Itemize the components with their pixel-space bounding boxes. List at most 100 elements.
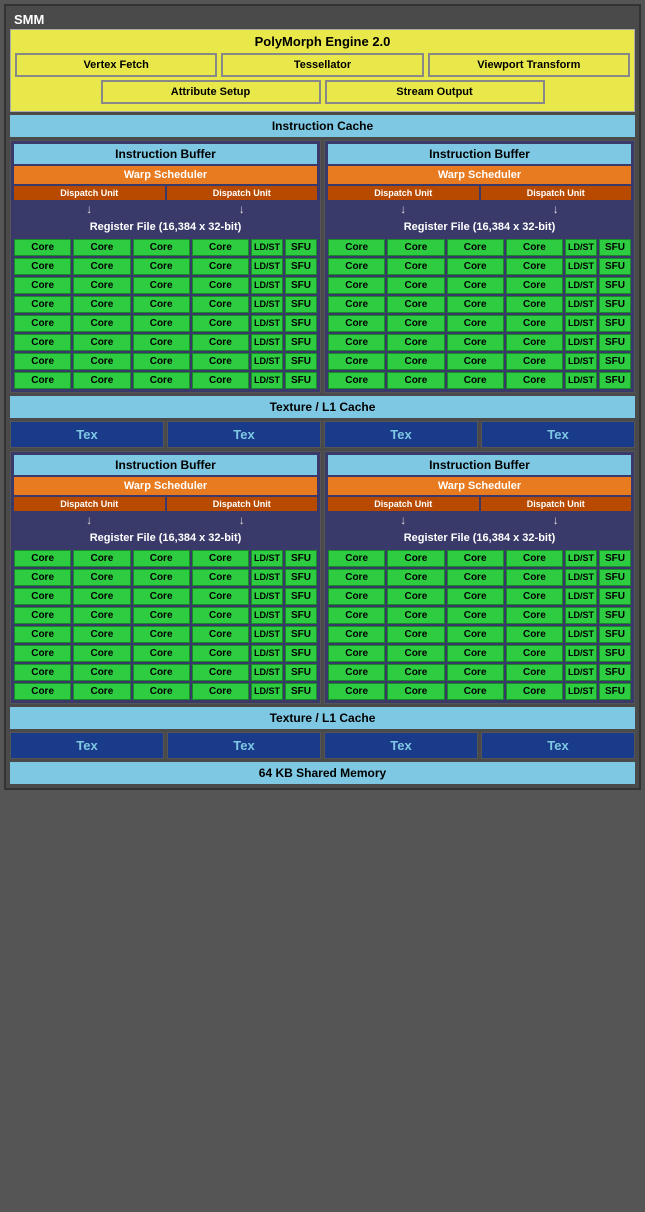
bottom-right-dispatch-row: Dispatch Unit Dispatch Unit bbox=[328, 497, 631, 511]
core: Core bbox=[328, 607, 385, 624]
core: Core bbox=[447, 626, 504, 643]
top-right-row3: Core Core Core Core LD/ST SFU bbox=[328, 277, 631, 294]
core: Core bbox=[192, 569, 249, 586]
core: Core bbox=[506, 296, 563, 313]
ldst: LD/ST bbox=[251, 588, 283, 605]
bottom-left-row8: Core Core Core Core LD/ST SFU bbox=[14, 683, 317, 700]
top-left-row4: Core Core Core Core LD/ST SFU bbox=[14, 296, 317, 313]
texture-l1-top: Texture / L1 Cache bbox=[10, 396, 635, 418]
core: Core bbox=[14, 588, 71, 605]
core: Core bbox=[328, 645, 385, 662]
sfu: SFU bbox=[285, 372, 317, 389]
sfu: SFU bbox=[285, 626, 317, 643]
bottom-left-register-file: Register File (16,384 x 32-bit) bbox=[14, 529, 317, 547]
ldst: LD/ST bbox=[565, 645, 597, 662]
top-right-unit: Instruction Buffer Warp Scheduler Dispat… bbox=[324, 140, 635, 393]
ldst: LD/ST bbox=[251, 664, 283, 681]
ldst: LD/ST bbox=[251, 239, 283, 256]
top-right-row7: Core Core Core Core LD/ST SFU bbox=[328, 353, 631, 370]
bottom-left-dispatch-unit-1: Dispatch Unit bbox=[14, 497, 165, 511]
top-left-warp-scheduler: Warp Scheduler bbox=[14, 166, 317, 184]
top-left-unit: Instruction Buffer Warp Scheduler Dispat… bbox=[10, 140, 321, 393]
ldst: LD/ST bbox=[251, 353, 283, 370]
core: Core bbox=[133, 645, 190, 662]
core: Core bbox=[192, 588, 249, 605]
sfu: SFU bbox=[599, 239, 631, 256]
ldst: LD/ST bbox=[565, 626, 597, 643]
core: Core bbox=[192, 239, 249, 256]
sfu: SFU bbox=[599, 588, 631, 605]
core: Core bbox=[133, 683, 190, 700]
core: Core bbox=[73, 353, 130, 370]
bottom-left-warp-scheduler: Warp Scheduler bbox=[14, 477, 317, 495]
ldst: LD/ST bbox=[565, 277, 597, 294]
bottom-right-row1: Core Core Core Core LD/ST SFU bbox=[328, 550, 631, 567]
sfu: SFU bbox=[599, 372, 631, 389]
ldst: LD/ST bbox=[251, 626, 283, 643]
bottom-left-arrow-row: ↓ ↓ bbox=[14, 513, 317, 527]
core: Core bbox=[14, 258, 71, 275]
smm-container: SMM PolyMorph Engine 2.0 Vertex Fetch Te… bbox=[4, 4, 641, 790]
top-right-arrow-2: ↓ bbox=[481, 202, 632, 216]
bottom-right-warp-scheduler: Warp Scheduler bbox=[328, 477, 631, 495]
bottom-left-core-grid: Core Core Core Core LD/ST SFU Core Core … bbox=[14, 550, 317, 700]
core: Core bbox=[387, 664, 444, 681]
ldst: LD/ST bbox=[565, 334, 597, 351]
core: Core bbox=[506, 334, 563, 351]
core: Core bbox=[328, 550, 385, 567]
core: Core bbox=[133, 664, 190, 681]
ldst: LD/ST bbox=[565, 372, 597, 389]
core: Core bbox=[506, 588, 563, 605]
texture-l1-bottom: Texture / L1 Cache bbox=[10, 707, 635, 729]
sfu: SFU bbox=[285, 550, 317, 567]
sfu: SFU bbox=[599, 315, 631, 332]
core: Core bbox=[73, 315, 130, 332]
core: Core bbox=[192, 626, 249, 643]
tex-bottom-2: Tex bbox=[167, 732, 321, 759]
ldst: LD/ST bbox=[565, 588, 597, 605]
tex-bottom-3: Tex bbox=[324, 732, 478, 759]
bottom-left-row6: Core Core Core Core LD/ST SFU bbox=[14, 645, 317, 662]
core: Core bbox=[14, 372, 71, 389]
core: Core bbox=[387, 372, 444, 389]
core: Core bbox=[133, 569, 190, 586]
top-right-row5: Core Core Core Core LD/ST SFU bbox=[328, 315, 631, 332]
top-left-row5: Core Core Core Core LD/ST SFU bbox=[14, 315, 317, 332]
core: Core bbox=[387, 607, 444, 624]
core: Core bbox=[14, 296, 71, 313]
sfu: SFU bbox=[599, 607, 631, 624]
top-right-dispatch-unit-2: Dispatch Unit bbox=[481, 186, 632, 200]
sfu: SFU bbox=[599, 626, 631, 643]
core: Core bbox=[328, 588, 385, 605]
core: Core bbox=[447, 588, 504, 605]
core: Core bbox=[387, 353, 444, 370]
ldst: LD/ST bbox=[251, 258, 283, 275]
ldst: LD/ST bbox=[251, 645, 283, 662]
ldst: LD/ST bbox=[565, 239, 597, 256]
bottom-left-instruction-buffer: Instruction Buffer bbox=[14, 455, 317, 475]
top-right-core-grid: Core Core Core Core LD/ST SFU Core Core … bbox=[328, 239, 631, 389]
sfu: SFU bbox=[599, 277, 631, 294]
viewport-transform: Viewport Transform bbox=[428, 53, 630, 77]
top-right-row1: Core Core Core Core LD/ST SFU bbox=[328, 239, 631, 256]
core: Core bbox=[506, 258, 563, 275]
core: Core bbox=[192, 372, 249, 389]
bottom-right-row5: Core Core Core Core LD/ST SFU bbox=[328, 626, 631, 643]
top-left-row7: Core Core Core Core LD/ST SFU bbox=[14, 353, 317, 370]
sfu: SFU bbox=[599, 334, 631, 351]
top-right-row4: Core Core Core Core LD/ST SFU bbox=[328, 296, 631, 313]
sfu: SFU bbox=[285, 334, 317, 351]
bottom-right-core-grid: Core Core Core Core LD/ST SFU Core Core … bbox=[328, 550, 631, 700]
core: Core bbox=[328, 315, 385, 332]
bottom-left-dispatch-unit-2: Dispatch Unit bbox=[167, 497, 318, 511]
top-left-arrow-row: ↓ ↓ bbox=[14, 202, 317, 216]
ldst: LD/ST bbox=[565, 258, 597, 275]
tex-top-2: Tex bbox=[167, 421, 321, 448]
core: Core bbox=[73, 683, 130, 700]
ldst: LD/ST bbox=[565, 607, 597, 624]
core: Core bbox=[133, 277, 190, 294]
bottom-right-unit: Instruction Buffer Warp Scheduler Dispat… bbox=[324, 451, 635, 704]
sfu: SFU bbox=[285, 258, 317, 275]
core: Core bbox=[447, 258, 504, 275]
core: Core bbox=[192, 550, 249, 567]
